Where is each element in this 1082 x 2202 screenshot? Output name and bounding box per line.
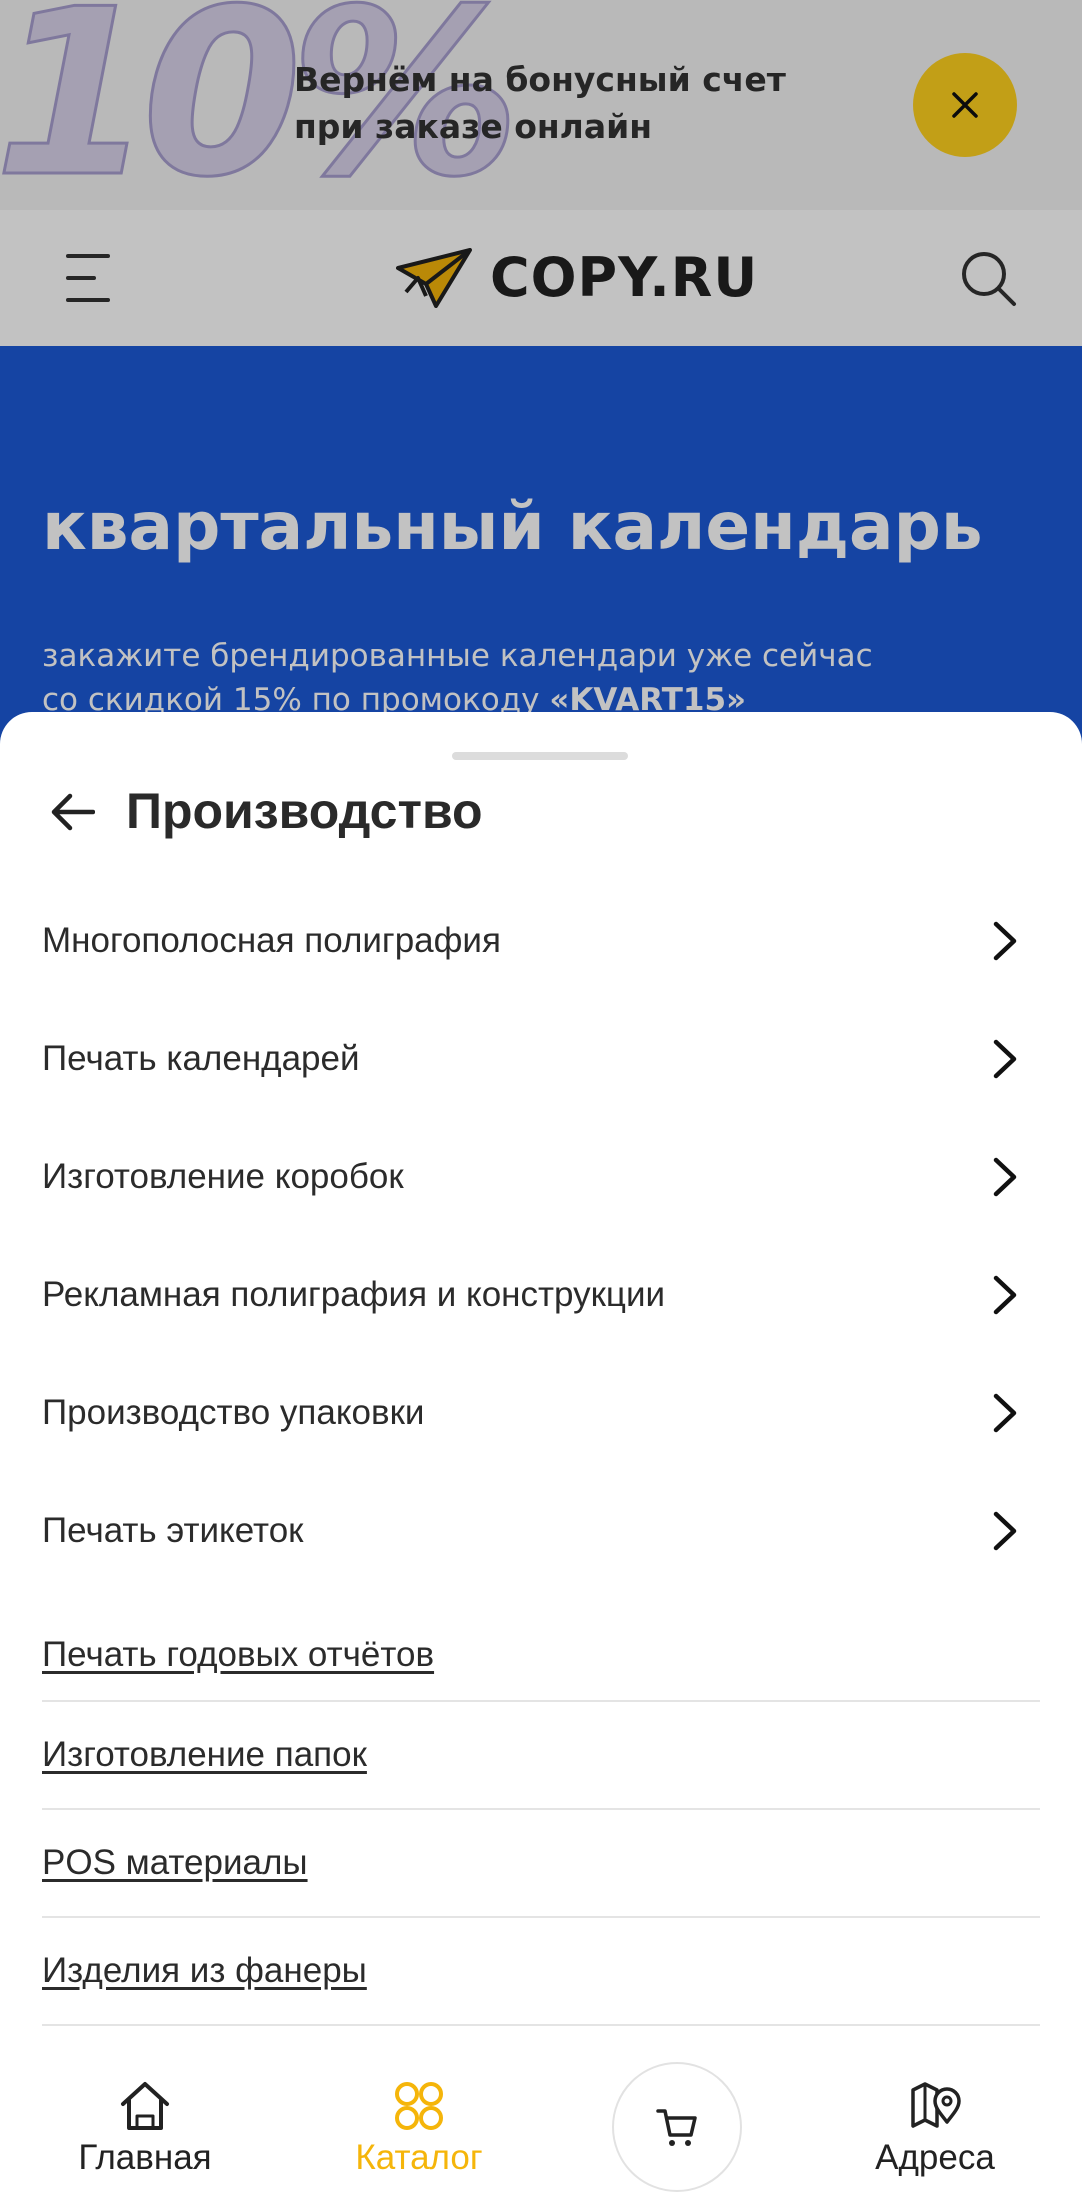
nav-catalog-label: Каталог bbox=[355, 2138, 483, 2177]
catalog-bottom-sheet: Производство Многополосная полиграфия Пе… bbox=[0, 712, 1082, 2062]
category-label: Изготовление коробок bbox=[42, 1157, 404, 1196]
chevron-right-icon bbox=[993, 1157, 1017, 1197]
list-item: Изготовление папок bbox=[42, 1702, 1040, 1810]
chevron-right-icon bbox=[993, 1039, 1017, 1079]
bottom-navigation: Главная Каталог Адреса bbox=[0, 2062, 1082, 2202]
list-item[interactable]: Многополосная полиграфия bbox=[0, 882, 1082, 1000]
chevron-right-icon bbox=[993, 1511, 1017, 1551]
list-item: POS материалы bbox=[42, 1810, 1040, 1918]
list-item[interactable]: Печать календарей bbox=[0, 1000, 1082, 1118]
sheet-drag-handle[interactable] bbox=[452, 752, 628, 760]
chevron-right-icon bbox=[993, 921, 1017, 961]
category-label: Печать этикеток bbox=[42, 1511, 304, 1550]
link[interactable]: Печать годовых отчётов bbox=[42, 1635, 434, 1675]
map-pin-icon bbox=[911, 2082, 961, 2128]
arrow-left-icon bbox=[51, 793, 95, 831]
chevron-right-icon bbox=[993, 1275, 1017, 1315]
link[interactable]: Изготовление папок bbox=[42, 1735, 367, 1775]
category-label: Многополосная полиграфия bbox=[42, 921, 501, 960]
nav-addresses[interactable]: Адреса bbox=[835, 2062, 1035, 2202]
list-item: Изделия из фанеры bbox=[42, 1918, 1040, 2026]
nav-home[interactable]: Главная bbox=[45, 2062, 245, 2202]
home-icon bbox=[121, 2082, 169, 2130]
category-label: Рекламная полиграфия и конструкции bbox=[42, 1275, 666, 1314]
chevron-right-icon bbox=[993, 1393, 1017, 1433]
list-item[interactable]: Производство упаковки bbox=[0, 1354, 1082, 1472]
link[interactable]: Изделия из фанеры bbox=[42, 1951, 367, 1991]
list-item[interactable]: Печать этикеток bbox=[0, 1472, 1082, 1590]
list-item[interactable]: Изготовление коробок bbox=[0, 1118, 1082, 1236]
nav-addresses-label: Адреса bbox=[875, 2138, 995, 2177]
list-item: Печать годовых отчётов bbox=[42, 1610, 1040, 1702]
list-item[interactable]: Рекламная полиграфия и конструкции bbox=[0, 1236, 1082, 1354]
link-list: Печать годовых отчётов Изготовление папо… bbox=[42, 1610, 1040, 2026]
category-label: Производство упаковки bbox=[42, 1393, 425, 1432]
link[interactable]: POS материалы bbox=[42, 1843, 308, 1883]
cart-icon bbox=[656, 2109, 697, 2146]
nav-catalog[interactable]: Каталог bbox=[319, 2062, 519, 2202]
nav-home-label: Главная bbox=[78, 2138, 212, 2177]
cart-button[interactable] bbox=[612, 2062, 742, 2192]
category-label: Печать календарей bbox=[42, 1039, 360, 1078]
back-button[interactable] bbox=[42, 776, 102, 848]
sheet-title: Производство bbox=[126, 783, 483, 839]
catalog-grid-icon bbox=[395, 2082, 443, 2130]
category-list: Многополосная полиграфия Печать календар… bbox=[0, 882, 1082, 1590]
